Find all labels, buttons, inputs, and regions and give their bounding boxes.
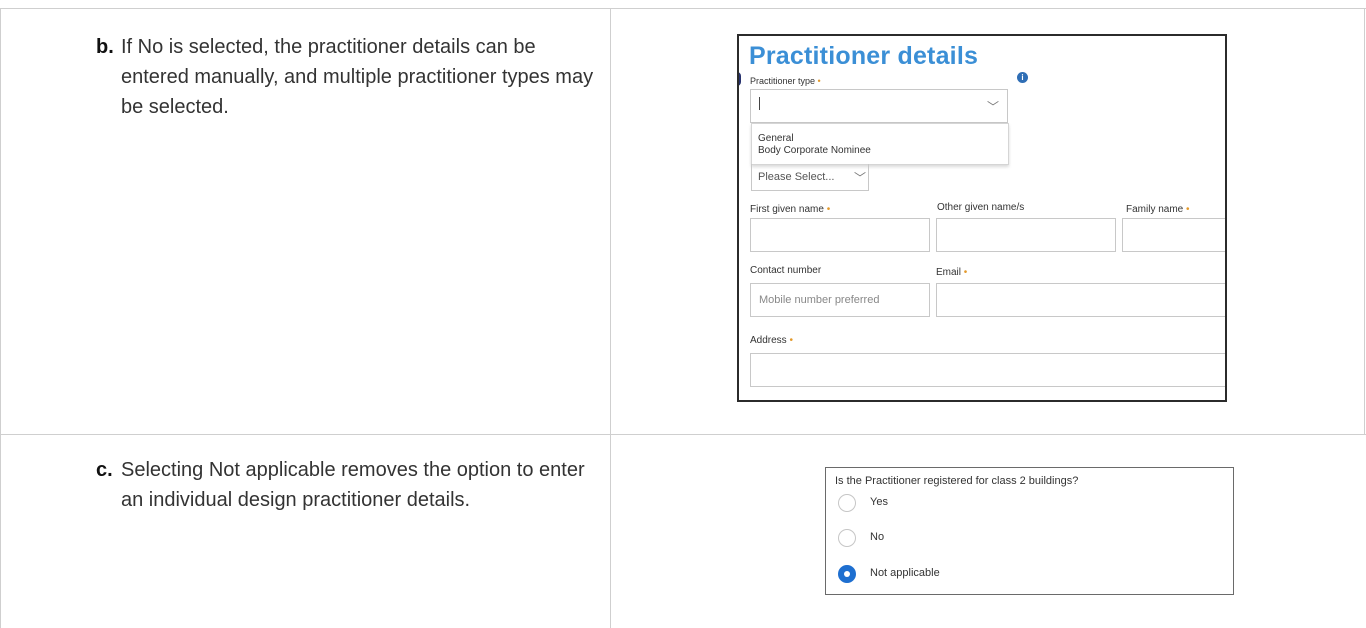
table-border-top [0,8,1366,9]
radio-label: Not applicable [870,567,940,579]
left-edge-marker [739,72,741,86]
first-given-name-label: First given name • [750,204,831,215]
radio-button[interactable] [838,494,856,512]
table-border-right [1364,8,1365,435]
text-cursor [759,97,760,110]
other-given-names-input[interactable] [936,218,1116,252]
required-marker: • [1186,204,1190,215]
contact-number-input[interactable]: Mobile number preferred [750,283,930,317]
first-given-name-input[interactable] [750,218,930,252]
family-name-input[interactable] [1122,218,1225,252]
select-value: Please Select... [758,171,835,183]
other-given-names-label: Other given name/s [937,202,1025,213]
practitioner-type-dropdown: General Body Corporate Nominee [751,123,1009,165]
email-input[interactable] [936,283,1225,317]
please-select-dropdown[interactable]: Please Select... ﹀ [751,164,869,191]
table-column-divider [610,8,611,628]
form-title: Practitioner details [749,42,979,70]
dropdown-option[interactable]: Body Corporate Nominee [758,145,871,156]
radio-button[interactable] [838,529,856,547]
class2-question-screenshot: Is the Practitioner registered for class… [825,467,1234,595]
required-marker: • [817,76,821,86]
contact-number-label: Contact number [750,265,822,276]
step-text: If No is selected, the practitioner deta… [121,36,594,118]
radio-label: No [870,531,885,543]
practitioner-type-label: Practitioner type • [750,76,821,86]
info-icon[interactable]: i [1017,72,1028,83]
step-letter: b. [96,36,114,58]
instruction-table: b. If No is selected, the practitioner d… [0,0,1366,628]
table-border-middle [0,434,1366,435]
chevron-down-icon: ﹀ [987,100,1000,114]
radio-button-selected[interactable] [838,565,856,583]
practitioner-type-select[interactable]: ﹀ [750,89,1008,123]
address-label: Address • [750,335,793,346]
required-marker: • [789,335,793,346]
class2-question-text: Is the Practitioner registered for class… [835,475,1079,487]
required-marker: • [963,267,968,278]
dropdown-option[interactable]: General [758,133,794,144]
practitioner-details-screenshot: Practitioner details Practitioner type •… [737,34,1227,402]
family-name-label: Family name • [1126,204,1190,215]
contact-number-placeholder: Mobile number preferred [759,294,880,306]
step-text: Selecting Not applicable removes the opt… [121,459,585,511]
chevron-down-icon: ﹀ [854,171,867,185]
required-marker: • [826,204,831,215]
radio-label: Yes [870,496,888,508]
table-border-left [0,8,1,628]
email-label: Email • [936,267,968,278]
address-input[interactable] [750,353,1225,387]
step-letter: c. [96,459,113,481]
